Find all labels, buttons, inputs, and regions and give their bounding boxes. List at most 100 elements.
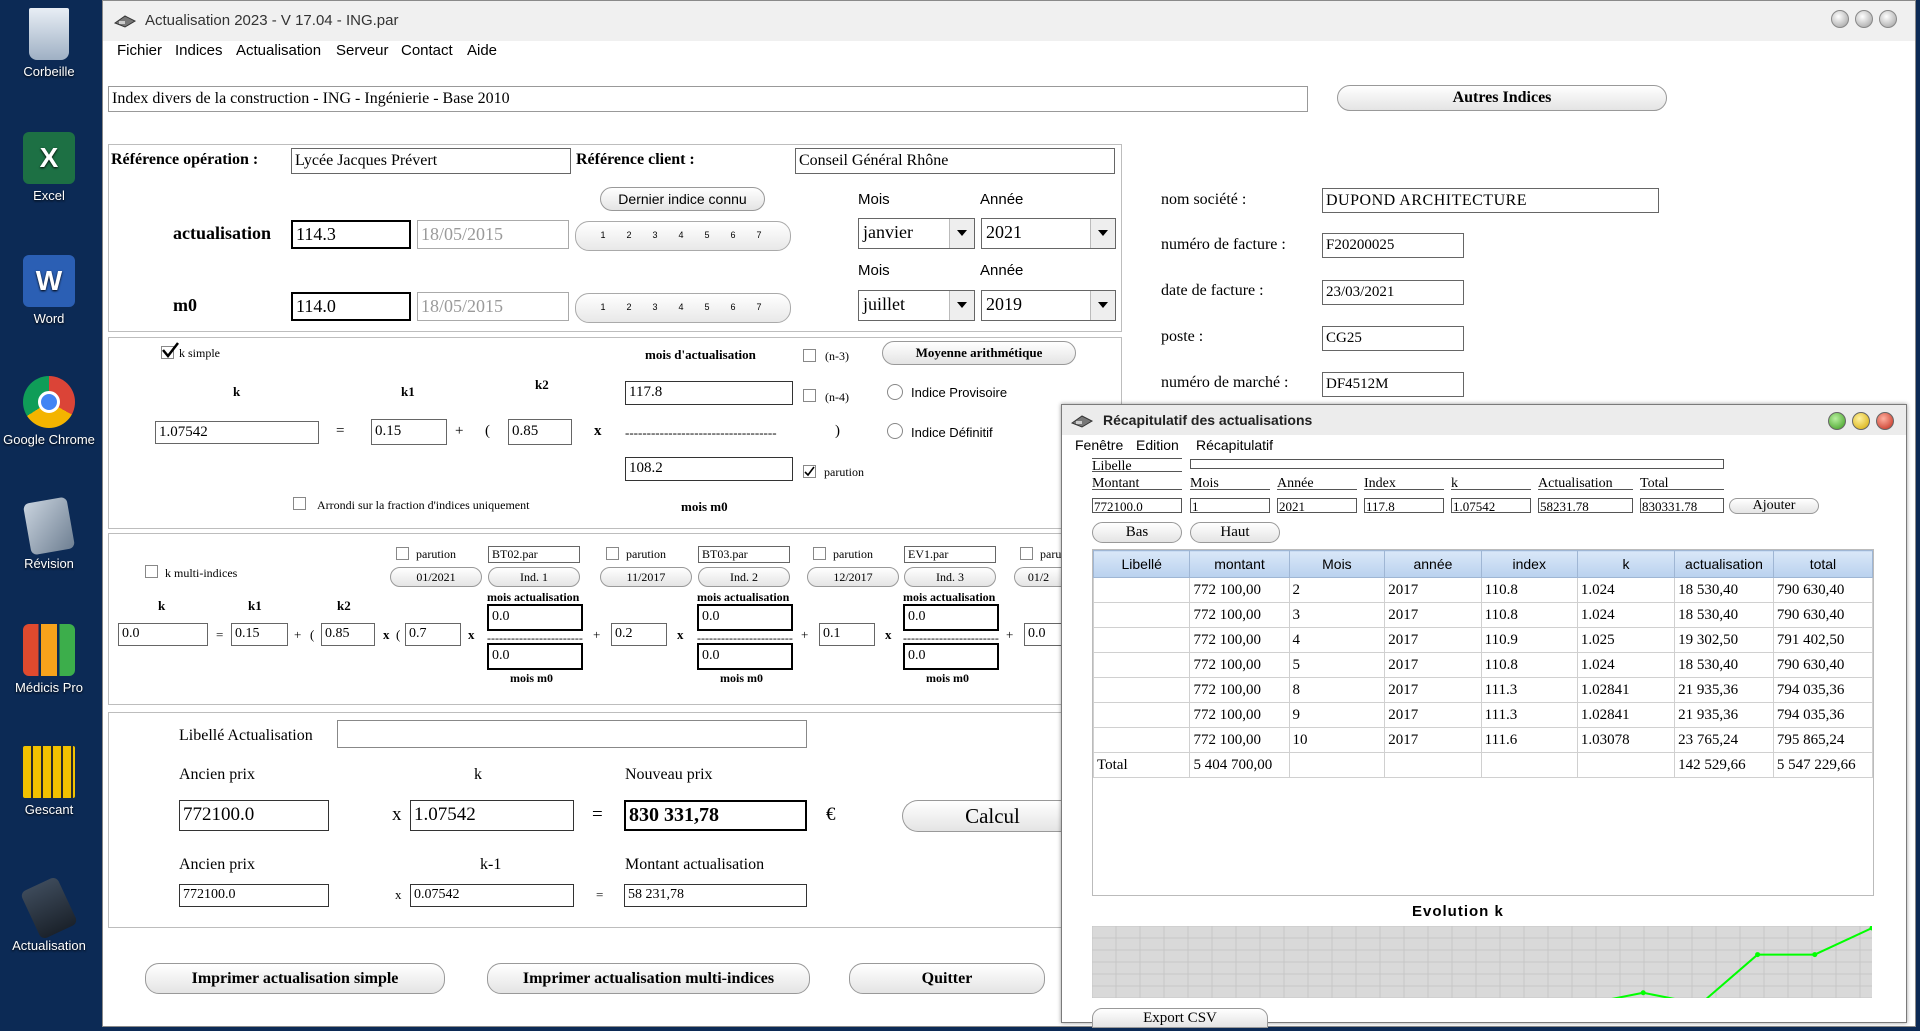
gescant-desktop-icon[interactable]: Gescant	[0, 746, 98, 817]
column-header[interactable]: année	[1384, 550, 1482, 578]
page-3[interactable]: 3	[648, 230, 662, 240]
bas-button[interactable]: Bas	[1092, 522, 1182, 543]
k2-input[interactable]: 0.85	[508, 419, 572, 445]
recap-close-button[interactable]	[1876, 412, 1894, 430]
parution-4-checkbox[interactable]	[1020, 547, 1033, 560]
date-1-button[interactable]: 01/2021	[390, 567, 482, 587]
column-header[interactable]: Libellé	[1092, 550, 1191, 578]
coef-2-input[interactable]: 0.2	[611, 623, 667, 646]
coef-4-input[interactable]: 0.0	[1024, 623, 1064, 646]
page-2[interactable]: 2	[622, 302, 636, 312]
menu-aide[interactable]: Aide	[467, 42, 497, 59]
k1-multi-input[interactable]: 0.15	[231, 623, 288, 646]
k-multi-input[interactable]: 0.0	[118, 623, 208, 646]
revision-desktop-icon[interactable]: Révision	[0, 496, 98, 571]
recap-minimize-button[interactable]	[1852, 412, 1870, 430]
dernier-indice-button[interactable]: Dernier indice connu	[600, 187, 765, 211]
ancien-prix-input[interactable]: 772100.0	[179, 800, 329, 831]
m0-index-input[interactable]: 114.0	[291, 292, 411, 321]
table-row[interactable]: 772 100,00 5 2017 110.8 1.024 18 530,40 790 63…	[1092, 652, 1874, 678]
ref-client-input[interactable]: Conseil Général Rhône	[795, 148, 1115, 174]
k2-multi-input[interactable]: 0.85	[321, 623, 375, 646]
page-6[interactable]: 6	[726, 230, 740, 240]
m0-mois-select[interactable]: juillet	[858, 290, 975, 321]
parution-2-checkbox[interactable]	[606, 547, 619, 560]
ind-2-button[interactable]: Ind. 2	[698, 567, 790, 587]
page-1[interactable]: 1	[596, 302, 610, 312]
m0-annee-select[interactable]: 2019	[981, 290, 1116, 321]
quit-button[interactable]: Quitter	[849, 963, 1045, 994]
minimize-button[interactable]	[1831, 10, 1849, 28]
recap-green-button[interactable]	[1828, 412, 1846, 430]
arrondi-checkbox[interactable]	[293, 497, 306, 510]
indice-provisoire-radio[interactable]	[887, 384, 903, 400]
date-2-button[interactable]: 11/2017	[600, 567, 692, 587]
mois-actualisation-input[interactable]: 117.8	[625, 381, 793, 405]
actu-3-input[interactable]: 0.0	[903, 604, 999, 631]
k-minus-1-input[interactable]: 0.07542	[410, 884, 574, 907]
n4-checkbox[interactable]	[803, 389, 816, 402]
column-header[interactable]: total	[1772, 550, 1874, 578]
table-row[interactable]: 772 100,00 9 2017 111.3 1.02841 21 935,36 794 …	[1092, 702, 1874, 728]
index-file-2[interactable]: BT03.par	[698, 546, 790, 563]
m0-3-input[interactable]: 0.0	[903, 643, 999, 670]
ind-3-button[interactable]: Ind. 3	[904, 567, 996, 587]
page-3[interactable]: 3	[648, 302, 662, 312]
page-4[interactable]: 4	[674, 230, 688, 240]
page-5[interactable]: 5	[700, 230, 714, 240]
column-header[interactable]: index	[1480, 550, 1578, 578]
k-calc-input[interactable]: 1.07542	[410, 800, 574, 831]
recap-menu-recapitulatif[interactable]: Récapitulatif	[1196, 437, 1273, 453]
montant-form-input[interactable]: 772100.0	[1092, 498, 1182, 513]
annee-form-input[interactable]: 2021	[1277, 498, 1357, 513]
column-header[interactable]: montant	[1189, 550, 1290, 578]
k-multi-checkbox[interactable]	[145, 565, 158, 578]
actualisation-mois-select[interactable]: janvier	[858, 218, 975, 249]
table-row[interactable]: 772 100,00 3 2017 110.8 1.024 18 530,40 790 63…	[1092, 602, 1874, 628]
actualisation-desktop-icon[interactable]: Actualisation	[0, 875, 98, 953]
page-4[interactable]: 4	[674, 302, 688, 312]
mois-m0-input[interactable]: 108.2	[625, 457, 793, 481]
ref-operation-input[interactable]: Lycée Jacques Prévert	[291, 148, 571, 174]
maximize-button[interactable]	[1855, 10, 1873, 28]
column-header[interactable]: actualisation	[1674, 550, 1774, 578]
m0-page-selector[interactable]: 1 2 3 4 5 6 7	[575, 293, 791, 323]
recap-menu-fenetre[interactable]: Fenêtre	[1075, 437, 1123, 453]
date-4-button[interactable]: 01/2	[1014, 567, 1062, 587]
nom-societe-input[interactable]: DUPOND ARCHITECTURE	[1322, 188, 1659, 213]
recycle-bin-desktop-icon[interactable]: Corbeille	[0, 8, 98, 79]
libelle-form-input[interactable]	[1190, 459, 1724, 469]
parution-1-checkbox[interactable]	[396, 547, 409, 560]
libelle-actualisation-input[interactable]	[337, 720, 807, 748]
menu-serveur[interactable]: Serveur	[336, 42, 389, 59]
ind-1-button[interactable]: Ind. 1	[488, 567, 580, 587]
page-5[interactable]: 5	[700, 302, 714, 312]
k1-input[interactable]: 0.15	[371, 419, 447, 445]
actu-1-input[interactable]: 0.0	[487, 604, 583, 631]
poste-input[interactable]: CG25	[1322, 326, 1464, 351]
recap-menu-edition[interactable]: Edition	[1136, 437, 1179, 453]
date-3-button[interactable]: 12/2017	[807, 567, 899, 587]
table-total-row[interactable]: Total 5 404 700,00 142 529,66 5 547 229,66	[1092, 752, 1874, 778]
parution-checkbox[interactable]	[803, 465, 816, 478]
print-multi-button[interactable]: Imprimer actualisation multi-indices	[487, 963, 810, 994]
haut-button[interactable]: Haut	[1190, 522, 1280, 543]
actualisation-index-input[interactable]: 114.3	[291, 220, 411, 249]
column-header[interactable]: Mois	[1288, 550, 1386, 578]
index-form-input[interactable]: 117.8	[1364, 498, 1444, 513]
index-file-3[interactable]: EV1.par	[904, 546, 996, 563]
k-form-input[interactable]: 1.07542	[1451, 498, 1531, 513]
actualisation-page-selector[interactable]: 1 2 3 4 5 6 7	[575, 221, 791, 251]
ajouter-button[interactable]: Ajouter	[1729, 498, 1819, 514]
page-7[interactable]: 7	[752, 302, 766, 312]
menu-contact[interactable]: Contact	[401, 42, 453, 59]
moyenne-arithmetique-button[interactable]: Moyenne arithmétique	[882, 341, 1076, 365]
menu-actualisation[interactable]: Actualisation	[236, 42, 321, 59]
ancien-prix-2-input[interactable]: 772100.0	[179, 884, 329, 907]
parution-3-checkbox[interactable]	[813, 547, 826, 560]
page-7[interactable]: 7	[752, 230, 766, 240]
medicis-desktop-icon[interactable]: Médicis Pro	[0, 624, 98, 695]
autres-indices-button[interactable]: Autres Indices	[1337, 85, 1667, 111]
numero-facture-input[interactable]: F20200025	[1322, 233, 1464, 258]
word-desktop-icon[interactable]: W Word	[0, 255, 98, 326]
